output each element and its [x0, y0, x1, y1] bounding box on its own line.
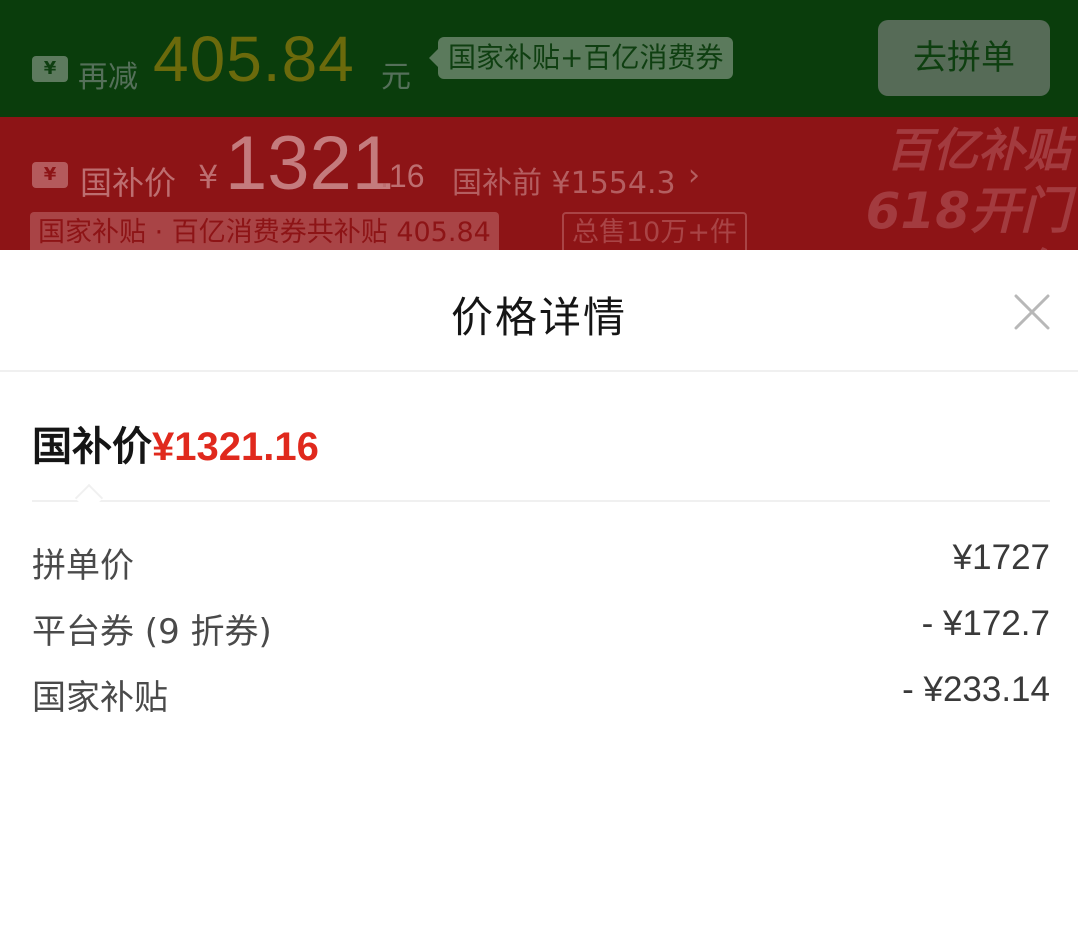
subsidy-total-tag: 国家补贴 · 百亿消费券共补贴 405.84: [30, 212, 499, 254]
summary-price-value: ¥1321.16: [152, 425, 319, 469]
promo-strip-green: ¥ 再减 405.84 元 国家补贴+百亿消费券 去拼单: [0, 0, 1078, 117]
close-icon[interactable]: [1012, 292, 1052, 332]
subsidy-price-decimal: .16: [380, 158, 425, 194]
summary-price: 国补价¥1321.16: [32, 414, 319, 472]
row-label: 国家补贴: [32, 678, 168, 718]
subsidy-price-label: 国补价: [80, 164, 177, 202]
coupon-icon: ¥: [32, 162, 68, 188]
subsidy-tag: 国家补贴+百亿消费券: [428, 37, 734, 79]
chevron-right-icon: ›: [688, 158, 700, 193]
row-value: - ¥233.14: [902, 670, 1050, 709]
sheet-title: 价格详情: [450, 293, 627, 342]
original-price-link[interactable]: 国补前 ¥1554.3: [452, 158, 676, 202]
currency-symbol: ¥: [198, 158, 219, 196]
row-label: 平台券 (9 折券): [32, 612, 272, 652]
coupon-icon: ¥: [32, 56, 68, 82]
sheet-header: 价格详情: [0, 250, 1078, 372]
subsidy-price-integer: 1321: [225, 121, 395, 206]
divider-notch: [74, 483, 104, 513]
price-row-national-subsidy: 国家补贴 - ¥233.14: [32, 670, 1050, 720]
row-value: ¥1727: [952, 538, 1050, 577]
price-detail-sheet: 价格详情 国补价¥1321.16 拼单价 ¥1727 平台券 (9 折券) - …: [0, 250, 1078, 942]
save-unit: 元: [381, 60, 411, 95]
promo-badge: 百亿补贴 618开门红: [846, 120, 1078, 302]
promo-badge-line1: 百亿补贴: [886, 123, 1070, 177]
row-label: 拼单价: [32, 546, 134, 586]
row-value: - ¥172.7: [921, 604, 1050, 643]
price-row-platform-coupon: 平台券 (9 折券) - ¥172.7: [32, 604, 1050, 654]
summary-price-label: 国补价: [32, 424, 152, 470]
sales-count-tag: 总售10万+件: [562, 212, 747, 254]
save-label: 再减: [78, 60, 138, 95]
group-buy-button[interactable]: 去拼单: [878, 20, 1050, 96]
divider: [32, 500, 1050, 502]
price-row-group-price: 拼单价 ¥1727: [32, 538, 1050, 588]
save-amount: 405.84: [153, 23, 355, 95]
